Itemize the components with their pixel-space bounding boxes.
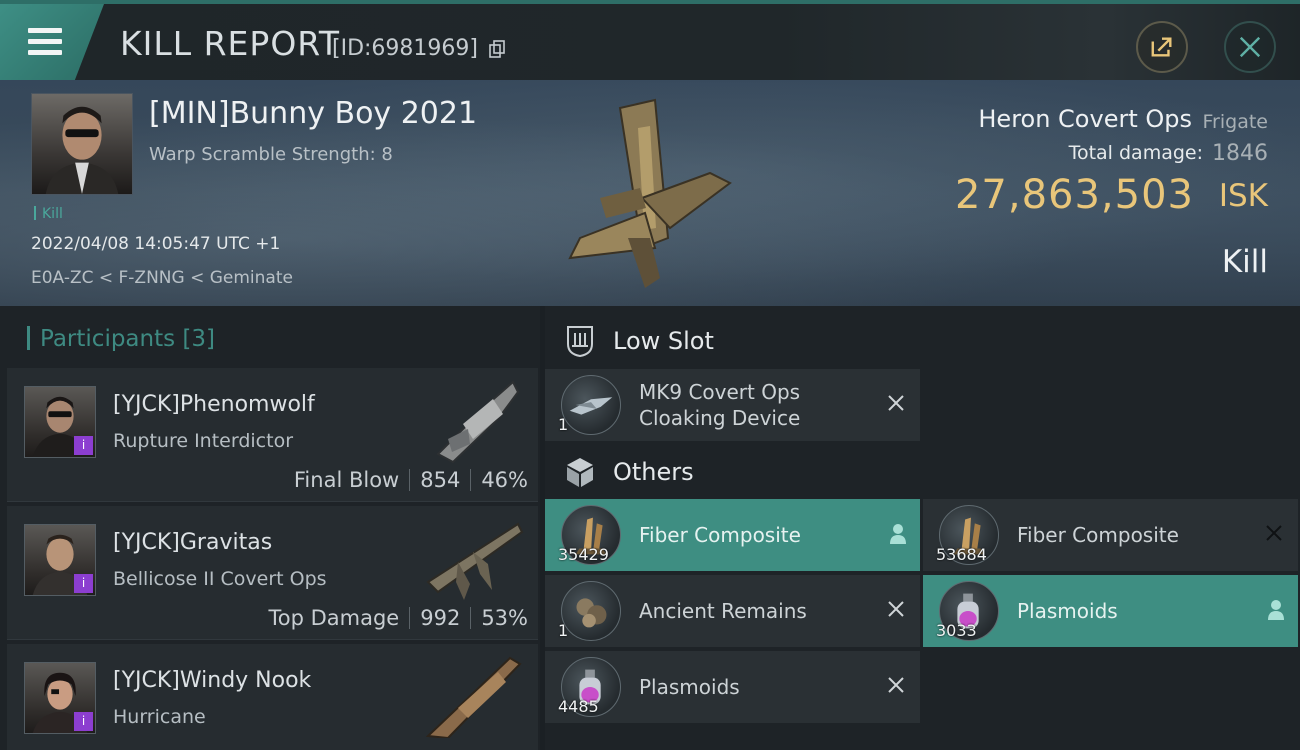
victim-ship-name[interactable]: Heron Covert Ops <box>978 105 1192 133</box>
fitting-panel: Low Slot 1 MK9 Covert Ops Cloaking Devic… <box>545 306 1300 750</box>
module-icon <box>561 375 621 435</box>
item-quantity: 1 <box>558 415 569 434</box>
menu-icon <box>28 28 62 33</box>
item-quantity: 35429 <box>558 545 609 564</box>
stat-divider <box>470 469 472 491</box>
participant-ship: Rupture Interdictor <box>113 430 293 452</box>
top-bar: KILL REPORT [ID:6981969] <box>0 0 1300 80</box>
destroyed-icon <box>1264 523 1284 543</box>
item-name: Fiber Composite <box>1017 523 1179 547</box>
item-quantity: 53684 <box>936 545 987 564</box>
kill-tag: Kill <box>34 206 63 222</box>
participant-damage: 992 <box>420 606 461 630</box>
participant-card[interactable]: i [YJCK]Windy Nook Hurricane <box>7 644 538 750</box>
item-name: Plasmoids <box>1017 599 1118 623</box>
stat-divider <box>409 469 411 491</box>
participant-ship: Hurricane <box>113 706 206 728</box>
participant-role: Final Blow <box>293 468 400 492</box>
menu-icon-bar <box>28 50 62 55</box>
copy-icon[interactable] <box>489 40 507 58</box>
participant-card[interactable]: i [YJCK]Gravitas Bellicose II Covert Ops… <box>7 506 538 640</box>
participant-ship-image <box>418 374 528 464</box>
victim-avatar[interactable] <box>31 93 133 195</box>
item-name: Ancient Remains <box>639 599 807 623</box>
result-label: Kill <box>1221 244 1268 280</box>
item-name: MK9 Covert Ops Cloaking Device <box>639 379 800 431</box>
warp-scramble-strength: Warp Scramble Strength: 8 <box>149 144 393 165</box>
participants-panel: Participants [3] i [YJCK]Phenomwolf Rupt… <box>0 306 540 750</box>
total-damage-value: 1846 <box>1212 141 1268 166</box>
corp-badge-icon: i <box>74 436 93 455</box>
cargo-box-icon <box>563 455 597 489</box>
destroyed-icon <box>886 599 906 619</box>
corp-badge-icon: i <box>74 574 93 593</box>
participant-ship-image <box>418 512 528 602</box>
item-quantity: 3033 <box>936 621 977 640</box>
participant-name: [YJCK]Gravitas <box>113 530 273 555</box>
item-quantity: 4485 <box>558 697 599 716</box>
item-name-line: MK9 Covert Ops <box>639 380 801 404</box>
victim-ship-class: Frigate <box>1202 111 1268 133</box>
total-damage-label: Total damage: <box>1068 142 1203 164</box>
list-item[interactable]: 35429 Fiber Composite <box>545 499 920 571</box>
item-quantity: 1 <box>558 621 569 640</box>
list-item[interactable]: 3033 Plasmoids <box>923 575 1298 647</box>
participant-card[interactable]: i [YJCK]Phenomwolf Rupture Interdictor F… <box>7 368 538 502</box>
isk-unit: ISK <box>1218 178 1268 214</box>
participant-damage: 854 <box>420 468 461 492</box>
participant-ship: Bellicose II Covert Ops <box>113 568 327 590</box>
destroyed-icon <box>886 393 906 413</box>
share-icon <box>1151 37 1172 57</box>
item-name-line: Cloaking Device <box>639 406 801 430</box>
avatar[interactable]: i <box>24 524 96 596</box>
low-slot-header: Low Slot <box>613 327 714 355</box>
participant-name: [YJCK]Windy Nook <box>113 668 312 693</box>
victim-name: [MIN]Bunny Boy 2021 <box>149 96 478 131</box>
dropped-person-icon <box>888 523 908 545</box>
destroyed-icon <box>886 675 906 695</box>
participant-percent: 46% <box>481 468 528 492</box>
participant-role: Top Damage <box>268 606 400 630</box>
corp-badge-icon: i <box>74 712 93 731</box>
list-item[interactable]: 1 Ancient Remains <box>545 575 920 647</box>
stat-divider <box>409 607 411 629</box>
participant-stats: Top Damage 992 53% <box>268 606 528 630</box>
close-icon <box>1239 36 1261 58</box>
item-name: Fiber Composite <box>639 523 801 547</box>
stat-divider <box>470 607 472 629</box>
menu-icon-bar <box>28 39 62 44</box>
list-item[interactable]: 4485 Plasmoids <box>545 651 920 723</box>
participants-header: Participants [3] <box>27 326 215 352</box>
kill-id: [ID:6981969] <box>332 36 478 61</box>
kill-datetime: 2022/04/08 14:05:47 UTC +1 <box>31 234 281 254</box>
kill-location[interactable]: E0A-ZC < F-ZNNG < Geminate <box>31 268 293 288</box>
others-header: Others <box>613 458 694 486</box>
isk-value: 27,863,503 <box>954 172 1194 218</box>
participant-ship-image <box>418 648 528 738</box>
dropped-person-icon <box>1266 599 1286 621</box>
participant-name: [YJCK]Phenomwolf <box>113 392 315 417</box>
avatar[interactable]: i <box>24 662 96 734</box>
item-name: Plasmoids <box>639 675 740 699</box>
participant-stats: Final Blow 854 46% <box>294 468 528 492</box>
participant-percent: 53% <box>481 606 528 630</box>
list-item[interactable]: 1 MK9 Covert Ops Cloaking Device <box>545 369 920 441</box>
close-button[interactable] <box>1224 21 1276 73</box>
victim-ship-image <box>550 88 740 298</box>
victim-banner: [MIN]Bunny Boy 2021 Warp Scramble Streng… <box>0 80 1300 306</box>
share-button[interactable] <box>1136 21 1188 73</box>
page-title: KILL REPORT <box>120 24 340 63</box>
ancient-remains-icon <box>561 581 621 641</box>
avatar[interactable]: i <box>24 386 96 458</box>
low-slot-icon <box>563 324 597 358</box>
list-item[interactable]: 53684 Fiber Composite <box>923 499 1298 571</box>
menu-button[interactable] <box>0 4 104 80</box>
